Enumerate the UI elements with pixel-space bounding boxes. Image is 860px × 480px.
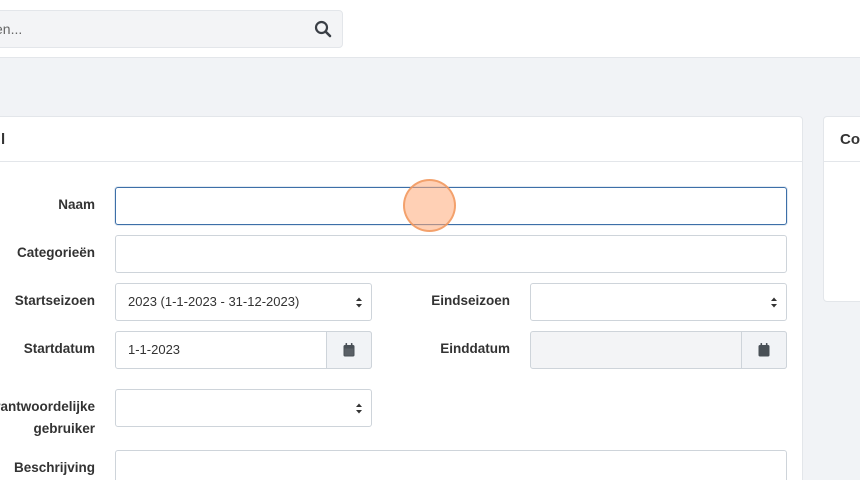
categorieen-input[interactable] — [115, 235, 787, 273]
startseizoen-label: Startseizoen — [14, 293, 95, 308]
startseizoen-select[interactable]: 2023 (1-1-2023 - 31-12-2023) — [115, 283, 372, 321]
einddatum-input[interactable] — [530, 331, 787, 369]
top-bar — [0, 0, 860, 58]
main-card-title: l — [0, 117, 802, 162]
startdatum-value: 1-1-2023 — [128, 342, 181, 357]
startdatum-calendar-button[interactable] — [326, 331, 372, 369]
eindseizoen-label: Eindseizoen — [431, 293, 510, 308]
select-arrows-icon — [770, 296, 778, 309]
startdatum-input[interactable]: 1-1-2023 — [115, 331, 372, 369]
verantwoordelijke-select[interactable] — [115, 389, 372, 427]
naam-label: Naam — [58, 197, 95, 212]
verantwoordelijke-label: rantwoordelijke gebruiker — [0, 396, 95, 440]
side-card-title: Co — [824, 117, 860, 162]
eindseizoen-select[interactable] — [530, 283, 787, 321]
einddatum-calendar-button[interactable] — [741, 331, 787, 369]
categorieen-label: Categorieën — [16, 245, 95, 260]
calendar-icon — [758, 343, 770, 357]
beschrijving-label: Beschrijving — [13, 460, 95, 475]
startdatum-label: Startdatum — [23, 341, 95, 356]
select-arrows-icon — [355, 296, 363, 309]
einddatum-label: Einddatum — [440, 341, 510, 356]
verantwoordelijke-label-line2: gebruiker — [33, 421, 95, 436]
search-box — [0, 10, 343, 48]
startseizoen-value: 2023 (1-1-2023 - 31-12-2023) — [128, 294, 300, 309]
search-input[interactable] — [0, 11, 291, 47]
calendar-icon — [343, 343, 355, 357]
beschrijving-textarea[interactable] — [115, 450, 787, 480]
verantwoordelijke-label-line1: rantwoordelijke — [0, 399, 95, 414]
select-arrows-icon — [355, 402, 363, 415]
search-icon[interactable] — [314, 20, 332, 38]
side-card: Co — [823, 116, 860, 302]
click-indicator — [403, 179, 456, 232]
